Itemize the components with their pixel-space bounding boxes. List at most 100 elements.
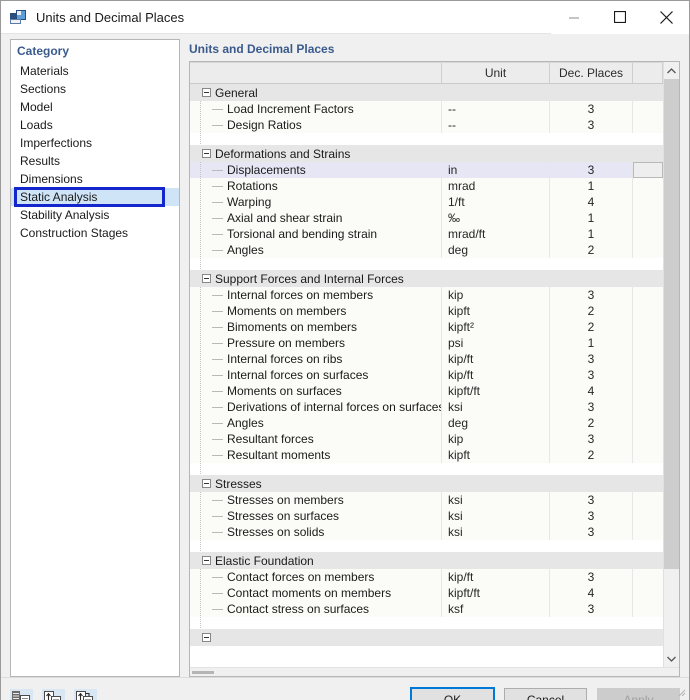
cell-group-name[interactable]: Elastic Foundation <box>190 552 442 569</box>
cell-name[interactable]: Stresses on surfaces <box>190 508 442 524</box>
cell-name[interactable]: Load Increment Factors <box>190 101 442 117</box>
cell-unit[interactable] <box>442 552 550 569</box>
cell-unit[interactable]: mrad/ft <box>442 226 550 242</box>
cell-dec-places[interactable] <box>550 540 633 552</box>
cell-unit[interactable]: kipft/ft <box>442 585 550 601</box>
cell-unit[interactable]: ksf <box>442 601 550 617</box>
sidebar-item-results[interactable]: Results <box>11 152 179 170</box>
cell-unit[interactable]: kipft <box>442 447 550 463</box>
column-header-name[interactable] <box>190 63 442 83</box>
cell-name[interactable]: Angles <box>190 242 442 258</box>
table-row[interactable]: Resultant forceskip3 <box>190 431 663 447</box>
cell-name[interactable]: Angles <box>190 415 442 431</box>
cell-dec-places[interactable]: 3 <box>550 367 633 383</box>
cell-unit[interactable]: -- <box>442 101 550 117</box>
cell-name[interactable]: Moments on members <box>190 303 442 319</box>
sidebar-item-model[interactable]: Model <box>11 98 179 116</box>
cell-unit[interactable] <box>442 133 550 145</box>
cell-group-name[interactable]: Support Forces and Internal Forces <box>190 270 442 287</box>
scrollbar-track[interactable] <box>664 79 679 650</box>
table-row[interactable]: Moments on memberskipft2 <box>190 303 663 319</box>
grid-horizontal-scrollbar[interactable] <box>190 667 679 676</box>
cell-unit[interactable]: ksi <box>442 508 550 524</box>
cell-unit[interactable] <box>442 475 550 492</box>
cell-dec-places[interactable]: 3 <box>550 399 633 415</box>
table-row[interactable]: Resultant momentskipft2 <box>190 447 663 463</box>
sidebar-item-stability-analysis[interactable]: Stability Analysis <box>11 206 179 224</box>
group-row[interactable]: Support Forces and Internal Forces <box>190 270 663 287</box>
cell-dec-places[interactable] <box>550 270 633 287</box>
table-row[interactable]: Torsional and bending strainmrad/ft1 <box>190 226 663 242</box>
table-row[interactable]: Anglesdeg2 <box>190 415 663 431</box>
sidebar-item-construction-stages[interactable]: Construction Stages <box>11 224 179 242</box>
cell-name[interactable]: Warping <box>190 194 442 210</box>
sidebar-item-dimensions[interactable]: Dimensions <box>11 170 179 188</box>
collapse-icon[interactable] <box>202 633 211 642</box>
collapse-icon[interactable] <box>202 149 211 158</box>
cell-unit[interactable] <box>442 540 550 552</box>
table-row[interactable]: Internal forces on memberskip3 <box>190 287 663 303</box>
scrollbar-thumb[interactable] <box>664 79 679 569</box>
table-row[interactable]: Pressure on memberspsi1 <box>190 335 663 351</box>
sidebar-item-imperfections[interactable]: Imperfections <box>11 134 179 152</box>
table-row[interactable]: Rotationsmrad1 <box>190 178 663 194</box>
group-row[interactable]: Elastic Foundation <box>190 552 663 569</box>
hscrollbar-thumb[interactable] <box>192 671 214 674</box>
cell-unit[interactable] <box>442 84 550 101</box>
cell-dec-places[interactable]: 1 <box>550 335 633 351</box>
cell-name[interactable]: Internal forces on ribs <box>190 351 442 367</box>
sidebar-item-loads[interactable]: Loads <box>11 116 179 134</box>
cell-dec-places[interactable]: 2 <box>550 415 633 431</box>
table-row[interactable]: Load Increment Factors--3 <box>190 101 663 117</box>
cell-unit[interactable] <box>442 270 550 287</box>
grid-vertical-scrollbar[interactable] <box>663 62 679 667</box>
sidebar-item-materials[interactable]: Materials <box>11 62 179 80</box>
table-row[interactable]: Contact stress on surfacesksf3 <box>190 601 663 617</box>
cell-dec-places[interactable] <box>550 463 633 475</box>
cell-dec-places[interactable]: 3 <box>550 117 633 133</box>
cell-name[interactable]: Torsional and bending strain <box>190 226 442 242</box>
cell-unit[interactable]: -- <box>442 117 550 133</box>
cell-unit[interactable]: kip/ft <box>442 351 550 367</box>
table-row[interactable]: Axial and shear strain‰1 <box>190 210 663 226</box>
cell-group-name[interactable]: Stresses <box>190 475 442 492</box>
cell-dec-places[interactable] <box>550 258 633 270</box>
row-edit-button[interactable] <box>633 162 663 178</box>
collapse-icon[interactable] <box>202 556 211 565</box>
table-row[interactable]: Stresses on membersksi3 <box>190 492 663 508</box>
cell-dec-places[interactable]: 4 <box>550 585 633 601</box>
cell-name[interactable]: Derivations of internal forces on surfac… <box>190 399 442 415</box>
cell-name[interactable]: Moments on surfaces <box>190 383 442 399</box>
cell-name[interactable]: Internal forces on surfaces <box>190 367 442 383</box>
cell-dec-places[interactable]: 3 <box>550 601 633 617</box>
group-row[interactable]: Deformations and Strains <box>190 145 663 162</box>
cancel-button[interactable]: Cancel <box>504 688 587 700</box>
cell-dec-places[interactable]: 2 <box>550 447 633 463</box>
scroll-up-icon[interactable] <box>664 62 679 79</box>
table-row[interactable]: Moments on surfaceskipft/ft4 <box>190 383 663 399</box>
cell-name[interactable]: Contact moments on members <box>190 585 442 601</box>
cell-group-name[interactable]: Deformations and Strains <box>190 145 442 162</box>
table-row[interactable]: Internal forces on surfaceskip/ft3 <box>190 367 663 383</box>
table-row[interactable]: Derivations of internal forces on surfac… <box>190 399 663 415</box>
cell-unit[interactable]: ksi <box>442 492 550 508</box>
table-row[interactable]: Internal forces on ribskip/ft3 <box>190 351 663 367</box>
cell-unit[interactable]: ‰ <box>442 210 550 226</box>
cell-group-name[interactable] <box>190 629 442 646</box>
minimize-icon[interactable] <box>551 1 597 34</box>
cell-dec-places[interactable]: 3 <box>550 101 633 117</box>
sidebar-item-sections[interactable]: Sections <box>11 80 179 98</box>
cell-dec-places[interactable]: 1 <box>550 226 633 242</box>
cell-unit[interactable]: deg <box>442 415 550 431</box>
cell-unit[interactable]: kipft/ft <box>442 383 550 399</box>
import-units-icon[interactable] <box>10 689 33 700</box>
cell-dec-places[interactable]: 3 <box>550 162 633 178</box>
column-header-dec-places[interactable]: Dec. Places <box>550 63 633 83</box>
collapse-icon[interactable] <box>202 88 211 97</box>
table-row[interactable]: Bimoments on memberskipft²2 <box>190 319 663 335</box>
cell-unit[interactable]: ksi <box>442 524 550 540</box>
table-row[interactable]: Warping1/ft4 <box>190 194 663 210</box>
close-icon[interactable] <box>643 1 689 34</box>
copy-units-icon[interactable] <box>42 689 65 700</box>
cell-dec-places[interactable] <box>550 133 633 145</box>
